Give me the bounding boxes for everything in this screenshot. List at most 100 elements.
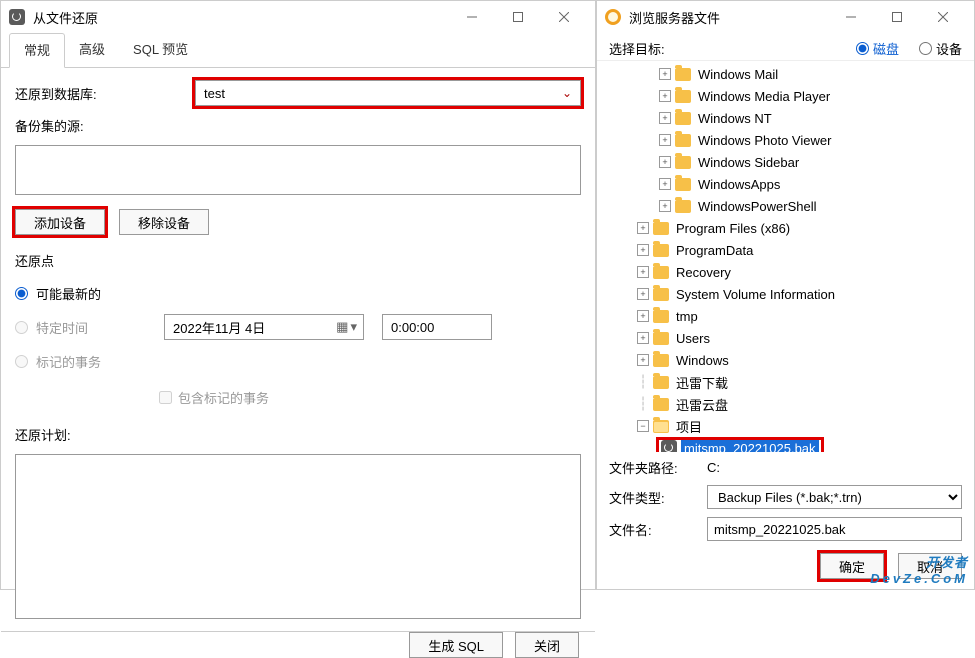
- expand-icon[interactable]: +: [637, 222, 649, 234]
- expand-icon[interactable]: +: [637, 266, 649, 278]
- remove-device-button[interactable]: 移除设备: [119, 209, 209, 235]
- left-titlebar: 从文件还原: [1, 1, 595, 33]
- folder-icon: [653, 332, 669, 345]
- tree-node[interactable]: + Windows Photo Viewer: [599, 129, 968, 151]
- tree-node-label[interactable]: Windows Mail: [695, 66, 781, 83]
- folder-icon: [653, 310, 669, 323]
- expand-icon[interactable]: +: [637, 332, 649, 344]
- radio-disk[interactable]: 磁盘: [856, 39, 899, 58]
- radio-latest[interactable]: [15, 287, 28, 300]
- chk-include-marked-label: 包含标记的事务: [178, 388, 269, 407]
- maximize-icon[interactable]: [874, 1, 920, 33]
- chk-include-marked[interactable]: [159, 391, 172, 404]
- folder-icon: [653, 398, 669, 411]
- tree-node[interactable]: ┆迅雷云盘: [599, 393, 968, 415]
- radio-device[interactable]: 设备: [919, 39, 962, 58]
- expand-icon[interactable]: +: [637, 310, 649, 322]
- file-name-input[interactable]: [707, 517, 962, 541]
- plan-label: 还原计划:: [15, 425, 581, 444]
- expand-icon[interactable]: +: [659, 200, 671, 212]
- minimize-icon[interactable]: [828, 1, 874, 33]
- radio-time[interactable]: [15, 321, 28, 334]
- expand-icon[interactable]: +: [637, 244, 649, 256]
- radio-marked[interactable]: [15, 355, 28, 368]
- tree-node-label[interactable]: 迅雷云盘: [673, 394, 731, 415]
- tab-general[interactable]: 常规: [9, 33, 65, 68]
- tab-advanced[interactable]: 高级: [65, 33, 119, 67]
- expand-icon[interactable]: +: [659, 90, 671, 102]
- tree-node[interactable]: + WindowsApps: [599, 173, 968, 195]
- backup-source-list[interactable]: [15, 145, 581, 195]
- tree-node-label[interactable]: 项目: [673, 416, 705, 437]
- tree-node[interactable]: + Windows NT: [599, 107, 968, 129]
- tree-node-label[interactable]: Windows Sidebar: [695, 154, 802, 171]
- cancel-button[interactable]: 取消: [898, 553, 962, 579]
- close-button[interactable]: 关闭: [515, 632, 579, 658]
- tree-node-label[interactable]: WindowsPowerShell: [695, 198, 820, 215]
- tab-sqlpreview[interactable]: SQL 预览: [119, 33, 202, 67]
- tree-node-label[interactable]: mitsmp_20221025.bak: [681, 440, 819, 453]
- file-type-label: 文件类型:: [609, 488, 697, 507]
- plan-list[interactable]: [15, 454, 581, 619]
- folder-icon: [675, 200, 691, 213]
- tree-node[interactable]: + Windows Media Player: [599, 85, 968, 107]
- tree-node[interactable]: + Windows: [599, 349, 968, 371]
- tree-node-label[interactable]: Windows Photo Viewer: [695, 132, 834, 149]
- bak-file-icon: [661, 440, 677, 452]
- left-window-title: 从文件还原: [33, 8, 449, 27]
- tree-node[interactable]: mitsmp_20221025.bak: [599, 437, 968, 452]
- folder-path-label: 文件夹路径:: [609, 458, 697, 477]
- expand-icon[interactable]: +: [659, 68, 671, 80]
- restore-to-combo[interactable]: test ⌄: [195, 80, 581, 106]
- generate-sql-button[interactable]: 生成 SQL: [409, 632, 503, 658]
- tree-node-label[interactable]: ProgramData: [673, 242, 756, 259]
- tree-node[interactable]: + Users: [599, 327, 968, 349]
- expand-icon[interactable]: +: [659, 156, 671, 168]
- tree-node[interactable]: + Recovery: [599, 261, 968, 283]
- close-icon[interactable]: [541, 1, 587, 33]
- expand-icon[interactable]: +: [659, 134, 671, 146]
- radio-latest-label: 可能最新的: [36, 284, 101, 303]
- ok-button[interactable]: 确定: [820, 553, 884, 579]
- tree-node-label[interactable]: Program Files (x86): [673, 220, 793, 237]
- tree-node[interactable]: + System Volume Information: [599, 283, 968, 305]
- date-input[interactable]: 2022年11月 4日 ▦▾: [164, 314, 364, 340]
- minimize-icon[interactable]: [449, 1, 495, 33]
- right-window-title: 浏览服务器文件: [629, 8, 828, 27]
- tree-node-label[interactable]: 迅雷下载: [673, 372, 731, 393]
- tree-node[interactable]: + tmp: [599, 305, 968, 327]
- folder-icon: [675, 68, 691, 81]
- tree-node-label[interactable]: Windows: [673, 352, 732, 369]
- close-icon[interactable]: [920, 1, 966, 33]
- folder-icon: [653, 354, 669, 367]
- time-input[interactable]: 0:00:00: [382, 314, 492, 340]
- expand-icon[interactable]: +: [637, 288, 649, 300]
- folder-icon: [653, 376, 669, 389]
- tree-node[interactable]: + Windows Mail: [599, 63, 968, 85]
- maximize-icon[interactable]: [495, 1, 541, 33]
- tree-node[interactable]: + Windows Sidebar: [599, 151, 968, 173]
- tree-node-label[interactable]: WindowsApps: [695, 176, 783, 193]
- tree-node[interactable]: − 项目: [599, 415, 968, 437]
- tree-node-label[interactable]: Recovery: [673, 264, 734, 281]
- backup-source-label: 备份集的源:: [15, 116, 581, 135]
- expand-icon[interactable]: +: [659, 178, 671, 190]
- tree-node[interactable]: ┆迅雷下载: [599, 371, 968, 393]
- tree-node[interactable]: + WindowsPowerShell: [599, 195, 968, 217]
- tree-node-label[interactable]: System Volume Information: [673, 286, 838, 303]
- tree-node-label[interactable]: Users: [673, 330, 713, 347]
- tree-node-label[interactable]: Windows Media Player: [695, 88, 833, 105]
- folder-icon: [675, 134, 691, 147]
- folder-icon: [675, 112, 691, 125]
- tree-node-label[interactable]: Windows NT: [695, 110, 775, 127]
- file-tree[interactable]: + Windows Mail + Windows Media Player + Windo…: [597, 61, 974, 452]
- expand-icon[interactable]: +: [637, 354, 649, 366]
- tree-node[interactable]: + Program Files (x86): [599, 217, 968, 239]
- tree-node[interactable]: + ProgramData: [599, 239, 968, 261]
- expand-icon[interactable]: +: [659, 112, 671, 124]
- collapse-icon[interactable]: −: [637, 420, 649, 432]
- file-type-select[interactable]: Backup Files (*.bak;*.trn): [707, 485, 962, 509]
- folder-icon: [653, 222, 669, 235]
- tree-node-label[interactable]: tmp: [673, 308, 701, 325]
- add-device-button[interactable]: 添加设备: [15, 209, 105, 235]
